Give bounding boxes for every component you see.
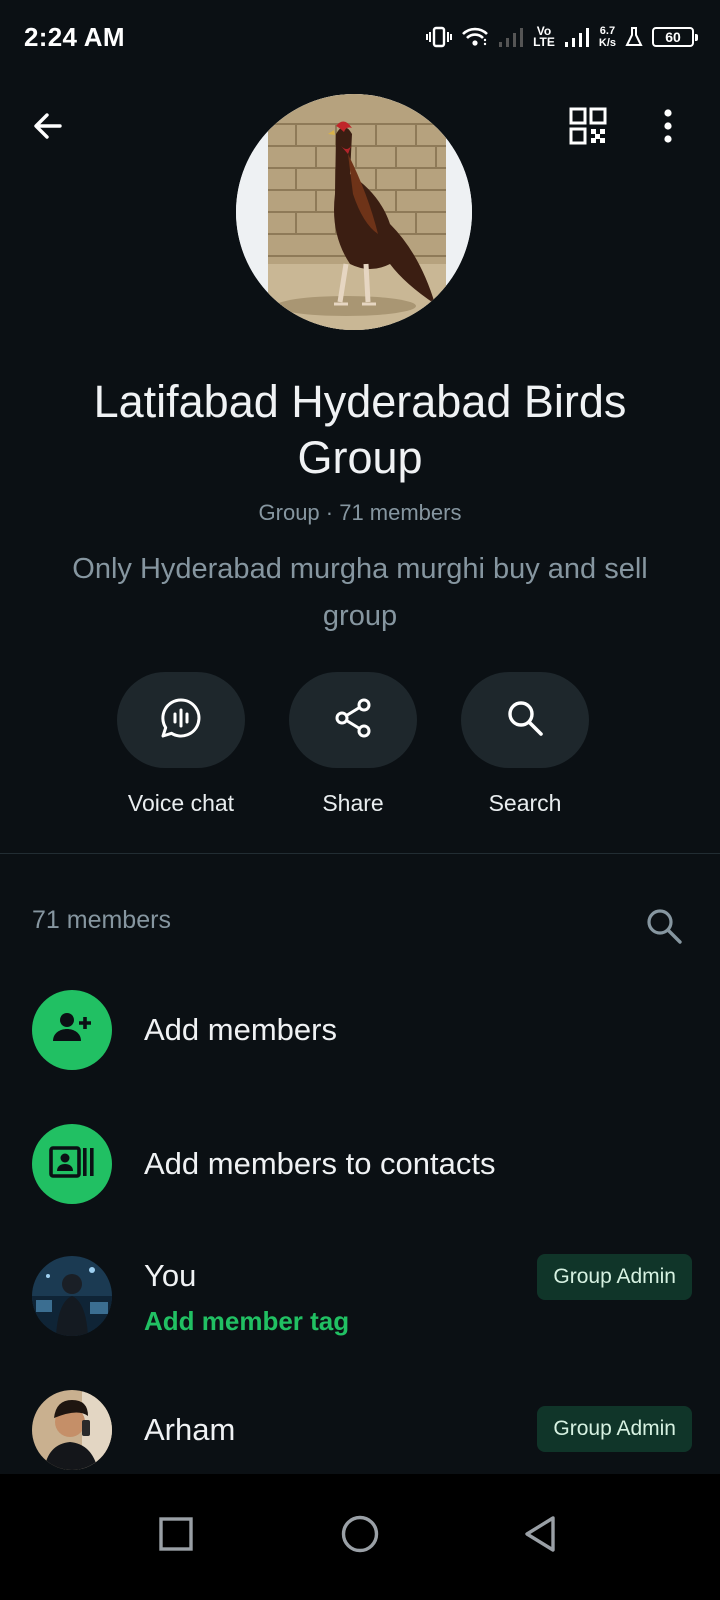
net-speed-value: 6.7	[599, 25, 616, 37]
search-icon	[505, 698, 545, 743]
arrow-left-icon	[30, 108, 66, 149]
member-name: Arham	[144, 1412, 236, 1447]
voice-chat-pill[interactable]	[117, 672, 245, 768]
back-button[interactable]	[20, 100, 76, 156]
add-to-contacts-avatar	[32, 1124, 112, 1204]
qr-code-icon	[568, 106, 608, 151]
search-label: Search	[488, 790, 562, 816]
add-members-label: Add members	[144, 1012, 337, 1047]
contact-card-icon	[49, 1145, 95, 1184]
net-speed: 6.7 K/s	[599, 25, 616, 49]
signal-icon	[498, 26, 524, 48]
back-triangle-icon	[523, 1515, 557, 1558]
net-speed-unit: K/s	[598, 37, 616, 49]
group-admin-badge: Group Admin	[537, 1254, 692, 1300]
member-avatar[interactable]	[32, 1256, 112, 1336]
avatar-photo	[32, 1256, 112, 1336]
more-vertical-icon	[662, 108, 674, 149]
group-name[interactable]: Latifabad Hyderabad Birds Group	[40, 374, 680, 486]
rooster-photo	[236, 94, 472, 330]
members-search-button[interactable]	[640, 904, 688, 952]
add-members-avatar	[32, 990, 112, 1070]
home-button[interactable]	[328, 1504, 392, 1568]
add-member-tag-link[interactable]: Add member tag	[144, 1306, 349, 1337]
members-count: 71 members	[32, 906, 171, 934]
nav-back-button[interactable]	[508, 1504, 572, 1568]
status-bar: 2:24 AM Vo LTE 6.7 K/s 60	[0, 0, 720, 74]
battery-level: 60	[665, 29, 681, 45]
member-row[interactable]: Arham Group Admin	[0, 1376, 720, 1486]
section-divider	[0, 853, 720, 854]
qr-code-button[interactable]	[560, 100, 616, 156]
home-circle-icon	[340, 1514, 380, 1559]
group-description[interactable]: Only Hyderabad murgha murghi buy and sel…	[60, 546, 660, 640]
recents-square-icon	[159, 1516, 193, 1556]
share-button[interactable]: Share	[288, 672, 418, 817]
lab-icon	[625, 26, 643, 48]
member-avatar[interactable]	[32, 1390, 112, 1470]
add-person-icon	[51, 1007, 93, 1054]
vibrate-icon	[426, 25, 453, 49]
recents-button[interactable]	[144, 1504, 208, 1568]
voice-chat-icon	[159, 696, 203, 745]
share-pill[interactable]	[289, 672, 417, 768]
search-pill[interactable]	[461, 672, 589, 768]
volte-indicator: Vo LTE	[533, 25, 555, 49]
group-meta: Group · 71 members	[258, 500, 462, 525]
voice-chat-label: Voice chat	[127, 790, 235, 816]
add-members-row[interactable]: Add members	[0, 976, 720, 1086]
member-row[interactable]: You Add member tag Group Admin	[0, 1244, 720, 1354]
group-admin-badge: Group Admin	[537, 1406, 692, 1452]
add-to-contacts-label: Add members to contacts	[144, 1146, 496, 1181]
status-time: 2:24 AM	[24, 21, 125, 52]
status-icons: Vo LTE 6.7 K/s 60	[426, 25, 698, 49]
wifi-icon	[461, 26, 489, 48]
voice-chat-button[interactable]: Voice chat	[116, 672, 246, 817]
group-avatar[interactable]	[236, 94, 472, 330]
group-actions: Voice chat Share Search	[0, 672, 720, 832]
signal-icon	[564, 26, 590, 48]
share-icon	[331, 696, 375, 745]
volte-line2: LTE	[533, 35, 555, 49]
member-name: You	[144, 1258, 197, 1293]
search-button[interactable]: Search	[460, 672, 590, 817]
battery-icon: 60	[652, 27, 698, 47]
add-to-contacts-row[interactable]: Add members to contacts	[0, 1110, 720, 1220]
avatar-photo	[32, 1390, 112, 1470]
search-icon	[645, 907, 683, 950]
share-label: Share	[322, 790, 384, 816]
more-options-button[interactable]	[640, 100, 696, 156]
system-nav-bar	[0, 1474, 720, 1600]
